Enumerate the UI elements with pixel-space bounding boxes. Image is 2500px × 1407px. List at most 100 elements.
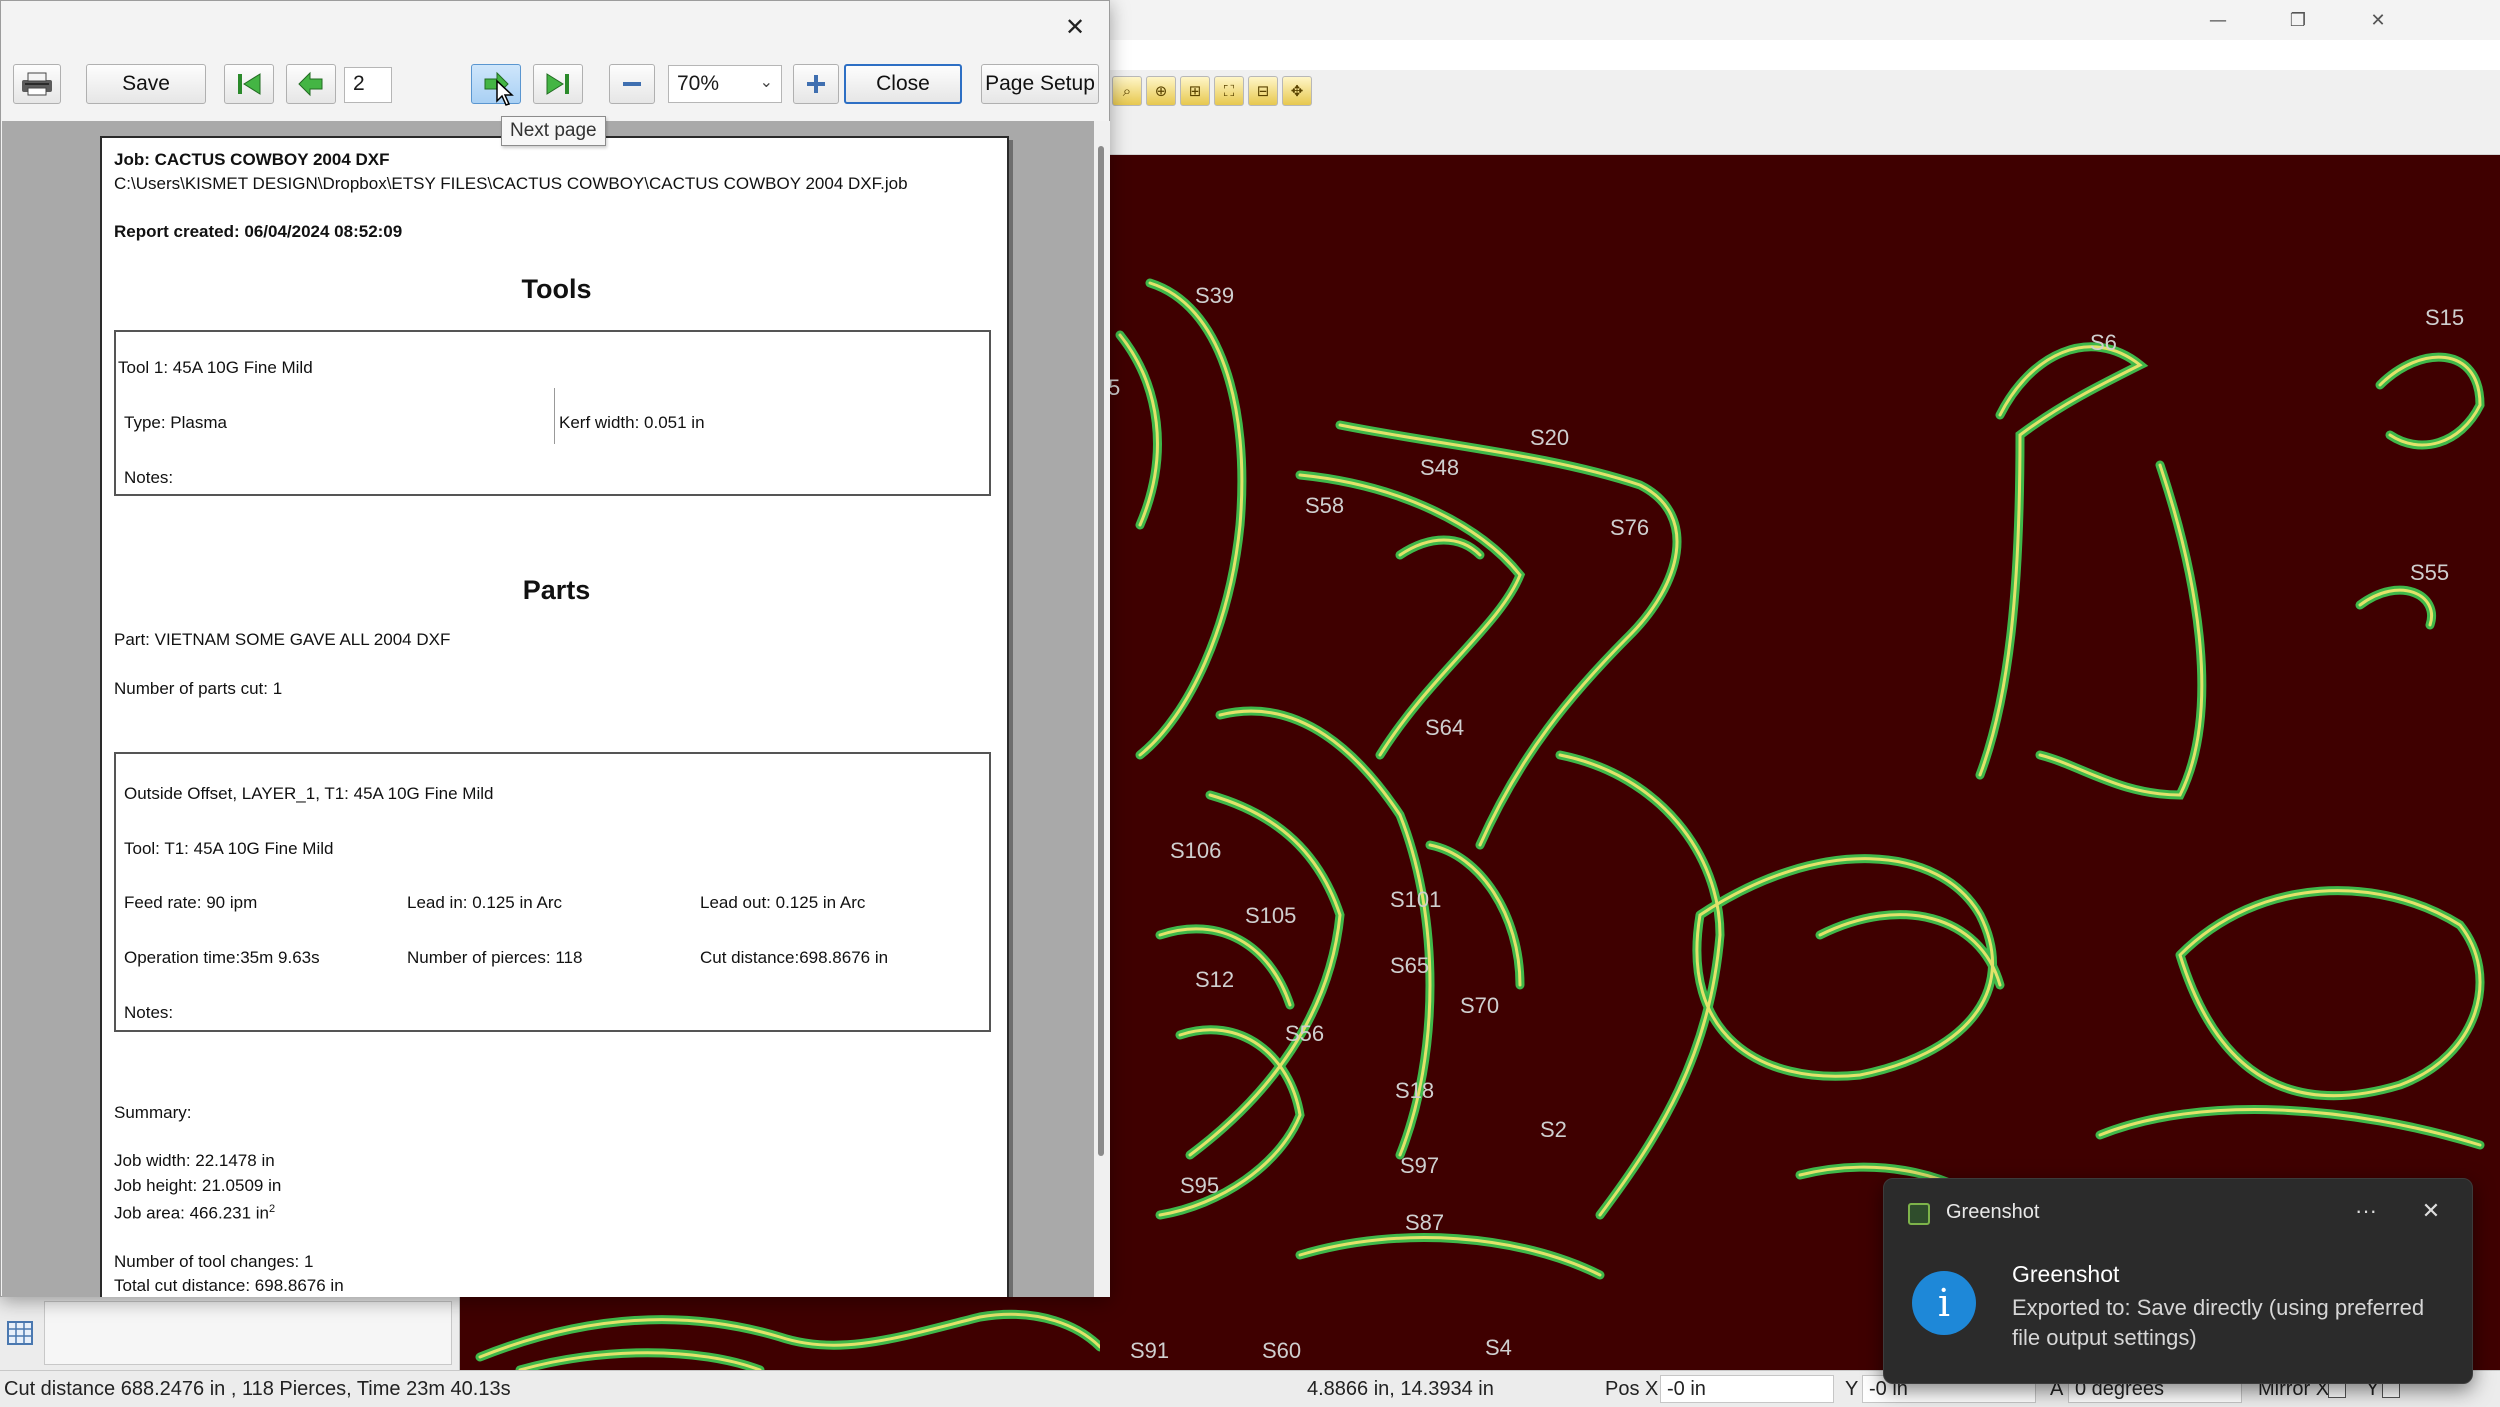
part-label: S64 [1425,715,1464,740]
notification-body: Exported to: Save directly (using prefer… [2012,1295,2425,1350]
panel-content [44,1301,452,1365]
zoom-value: 70% [677,72,720,95]
preview-area[interactable]: Job: CACTUS COWBOY 2004 DXF C:\Users\KIS… [2,121,1094,1297]
greenshot-notification[interactable]: Greenshot ··· ✕ i Greenshot Exported to:… [1883,1178,2473,1384]
preview-scrollbar[interactable] [1094,121,1110,1297]
more-options-icon[interactable]: ··· [2346,1193,2386,1229]
job-title: Job: CACTUS COWBOY 2004 DXF [114,150,390,169]
part-label: S95 [1180,1173,1219,1198]
first-page-icon [238,73,261,95]
part-name: Part: VIETNAM SOME GAVE ALL 2004 DXF [114,630,451,649]
print-button[interactable] [13,64,61,104]
part-label: S55 [2410,560,2449,585]
tool-change-count: Number of tool changes: 1 [114,1252,314,1271]
parts-cut-count: Number of parts cut: 1 [114,679,283,698]
cad-drawing-canvas-lower[interactable] [460,1297,1100,1370]
part-label: S101 [1390,887,1441,912]
zoom-fit-tool-icon[interactable]: ⛶ [1214,76,1244,106]
last-page-button[interactable] [533,64,583,104]
outline-green-layer [1115,278,2485,1280]
zoom-dropdown[interactable]: 70% ⌄ [668,65,782,103]
column-divider [554,388,555,444]
pos-y-label: Y [1845,1378,1859,1400]
page-setup-button[interactable]: Page Setup [981,64,1099,104]
part-label: S6 [2090,330,2117,355]
part-label: S15 [2425,305,2464,330]
pan-tool-icon[interactable]: ✥ [1282,76,1312,106]
operation-box: Outside Offset, LAYER_1, T1: 45A 10G Fin… [114,752,991,1032]
previous-page-button[interactable] [286,64,336,104]
layers-panel [0,1297,460,1370]
zoom-all-tool-icon[interactable]: ⊞ [1180,76,1210,106]
previous-page-icon [298,71,323,97]
part-label: S106 [1170,838,1221,863]
lead-in: Lead in: 0.125 in Arc [407,893,563,912]
part-outlines-lower [475,1309,1100,1370]
job-height: Job height: 21.0509 in [114,1176,282,1195]
part-label: S105 [1245,903,1296,928]
info-icon: i [1912,1271,1976,1335]
tool-name: Tool 1: 45A 10G Fine Mild [118,358,313,377]
feed-rate: Feed rate: 90 ipm [124,893,258,912]
first-page-button[interactable] [224,64,274,104]
mouse-cursor-icon [496,79,514,106]
tools-heading: Tools [521,274,592,304]
part-label: S48 [1420,455,1459,480]
page-number-input[interactable]: 2 [344,67,392,103]
zoom-previous-tool-icon[interactable]: ⊟ [1248,76,1278,106]
part-label: S70 [1460,993,1499,1018]
minimize-button[interactable]: — [2180,0,2256,40]
parts-heading: Parts [522,575,591,605]
part-label: S39 [1195,283,1234,308]
part-label: S12 [1195,967,1234,992]
print-preview-dialog: ✕ Save 2 70% ⌄ Close Page Setup Job: CAC… [0,0,1110,1297]
printer-icon [22,72,52,96]
tool-notes: Notes: [124,468,174,487]
part-label: S76 [1610,515,1649,540]
part-label: S2 [1540,1117,1567,1142]
notification-title: Greenshot [2012,1261,2120,1287]
part-label: S18 [1395,1078,1434,1103]
zoom-in-icon [807,75,825,93]
part-label: S60 [1262,1338,1302,1363]
app-menu-bar [1100,40,2500,70]
restore-button[interactable]: ❐ [2260,0,2336,40]
part-label: S58 [1305,493,1344,518]
total-cut-distance: Total cut distance: 698.8676 in [114,1276,344,1295]
save-button[interactable]: Save [86,64,206,104]
zoom-out-button[interactable] [609,64,655,104]
operation-offset: Outside Offset, LAYER_1, T1: 45A 10G Fin… [124,784,494,803]
pos-x-label: Pos X [1605,1378,1659,1400]
job-path: C:\Users\KISMET DESIGN\Dropbox\ETSY FILE… [114,174,908,193]
cut-distance: Cut distance:698.8676 in [700,948,889,967]
job-width: Job width: 22.1478 in [114,1151,275,1170]
cut-summary-text: Cut distance 688.2476 in , 118 Pierces, … [4,1378,511,1400]
zoom-in-button[interactable] [793,64,839,104]
tool-type: Type: Plasma [124,413,227,432]
close-button[interactable]: Close [844,64,962,104]
zoom-in-tool-icon[interactable]: ⊕ [1146,76,1176,106]
scrollbar-thumb[interactable] [1098,146,1104,1156]
close-app-button[interactable]: ✕ [2340,0,2416,40]
outline-yellow-layer [1118,281,2482,1277]
notification-close-icon[interactable]: ✕ [2411,1193,2451,1229]
next-page-tooltip: Next page [501,116,606,146]
app-title-bar: — ❐ ✕ [1100,0,2500,40]
part-label: S97 [1400,1153,1439,1178]
part-label: S91 [1130,1338,1170,1363]
report-created: Report created: 06/04/2024 08:52:09 [114,222,403,241]
pos-x-field[interactable]: -0 in [1660,1375,1834,1403]
grid-view-icon[interactable] [0,1303,40,1363]
tool-box: Tool 1: 45A 10G Fine Mild Type: Plasma K… [114,330,991,496]
pierce-count: Number of pierces: 118 [407,948,583,967]
part-label: S87 [1405,1210,1444,1235]
part-label: S20 [1530,425,1569,450]
area-unit-superscript: 2 [269,1203,276,1215]
lead-out: Lead out: 0.125 in Arc [700,893,866,912]
dialog-close-icon[interactable]: ✕ [1055,7,1095,47]
greenshot-app-icon [1908,1203,1930,1225]
last-page-icon [546,73,569,95]
report-page: Job: CACTUS COWBOY 2004 DXF C:\Users\KIS… [100,136,1009,1297]
operation-tool: Tool: T1: 45A 10G Fine Mild [124,839,334,858]
zoom-tool-icon[interactable]: ⌕ [1112,76,1142,106]
